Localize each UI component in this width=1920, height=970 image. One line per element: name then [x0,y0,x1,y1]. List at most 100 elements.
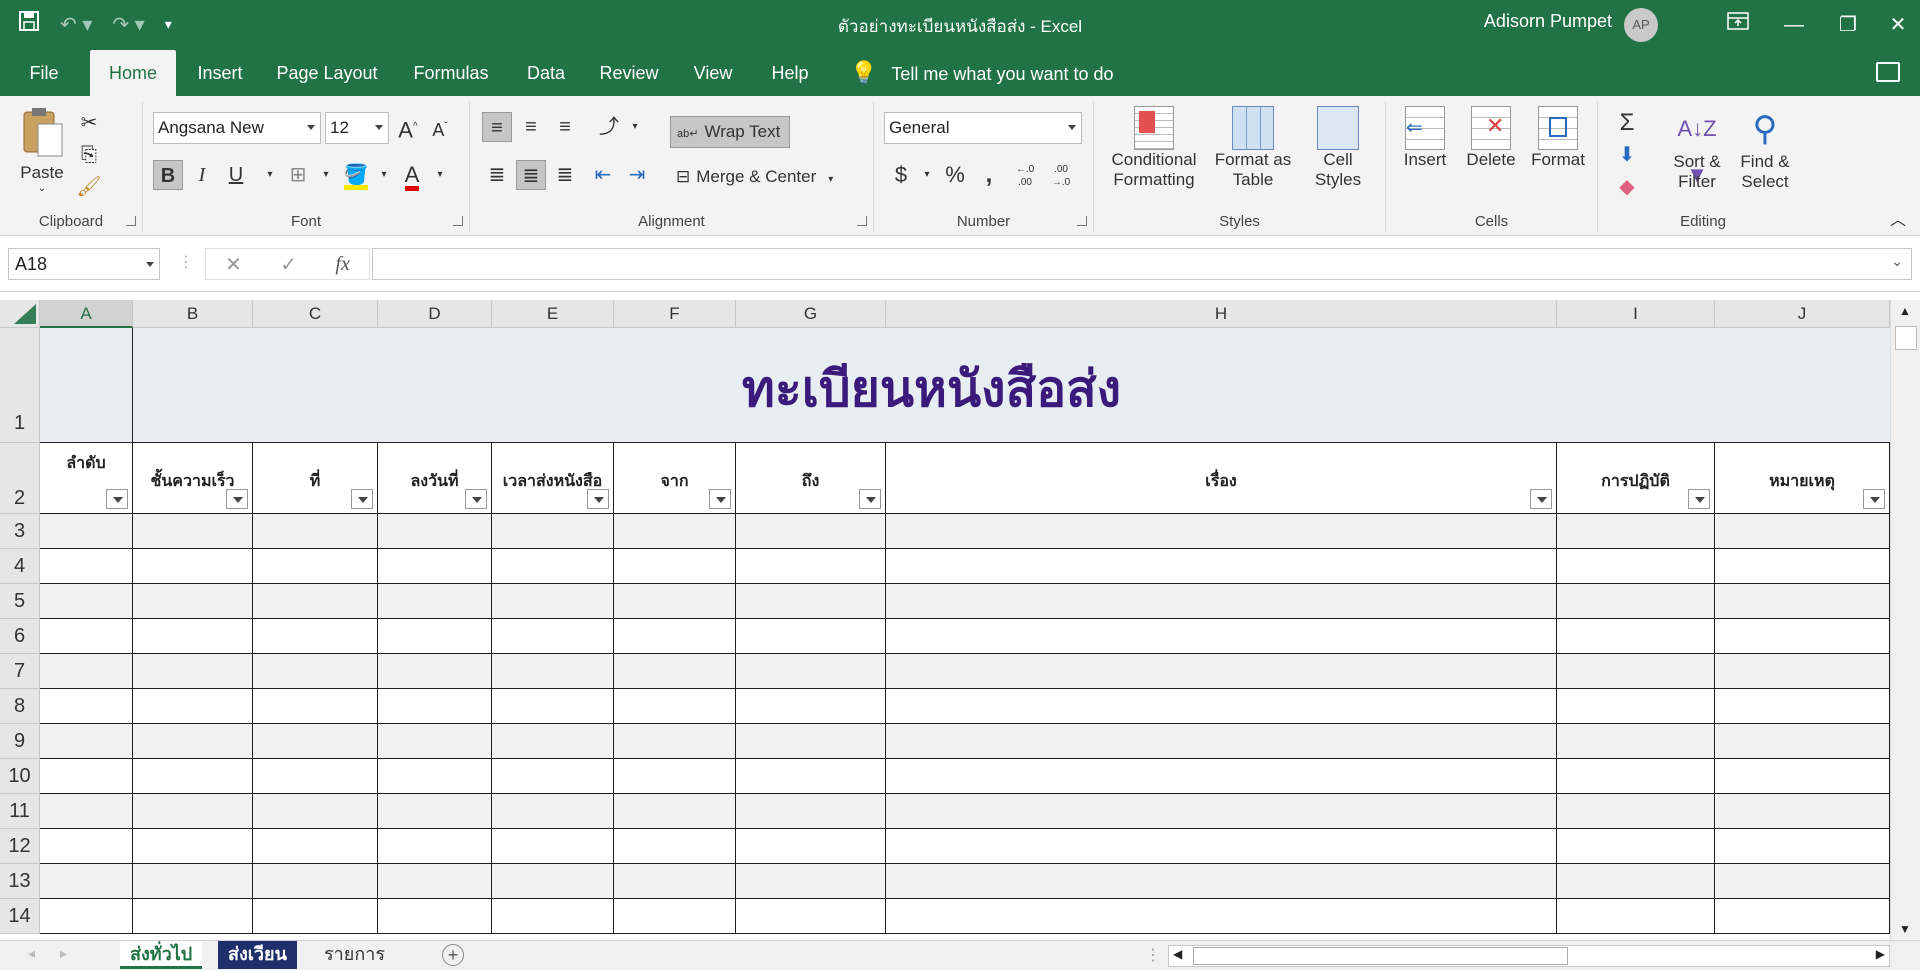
table-cell[interactable] [886,724,1557,759]
sheet-tab-list[interactable]: รายการ [314,941,395,969]
table-cell[interactable] [886,514,1557,549]
header-cell-date[interactable]: ลงวันที่ [378,443,492,514]
table-cell[interactable] [378,514,492,549]
merge-center-button[interactable]: ⊟ Merge & Center ▾ [670,162,860,192]
row-header-10[interactable]: 10 [0,759,40,794]
row-header-5[interactable]: 5 [0,584,40,619]
table-cell[interactable] [1715,724,1890,759]
column-header-g[interactable]: G [736,300,886,328]
table-cell[interactable] [614,584,736,619]
table-cell[interactable] [492,759,614,794]
grow-font-icon[interactable]: A^ [393,112,423,142]
column-header-i[interactable]: I [1557,300,1715,328]
table-cell[interactable] [40,759,133,794]
table-cell[interactable] [1557,619,1715,654]
tell-me-box[interactable]: 💡 Tell me what you want to do [850,50,1114,96]
number-launcher-icon[interactable] [1077,216,1087,226]
column-header-e[interactable]: E [492,300,614,328]
table-cell[interactable] [40,864,133,899]
table-cell[interactable] [133,724,253,759]
table-cell[interactable] [1715,654,1890,689]
scroll-left-icon[interactable]: ◀ [1173,947,1182,961]
row-header-3[interactable]: 3 [0,514,40,549]
table-cell[interactable] [886,899,1557,934]
row-header-4[interactable]: 4 [0,549,40,584]
table-cell[interactable] [736,514,886,549]
comma-button[interactable]: , [974,160,1004,190]
table-cell[interactable] [133,829,253,864]
table-cell[interactable] [1557,794,1715,829]
cell-a1[interactable] [40,328,133,443]
middle-align-icon[interactable]: ≡ [516,112,546,142]
column-header-a[interactable]: A [40,300,133,328]
table-cell[interactable] [492,899,614,934]
table-cell[interactable] [1557,549,1715,584]
sort-filter-button[interactable]: A↓Z ▼ Sort & Filter [1666,106,1728,206]
row-header-1[interactable]: 1 [0,328,40,443]
clear-icon[interactable]: ◆ [1612,172,1642,202]
table-cell[interactable] [253,829,378,864]
borders-icon[interactable]: ⊞ [283,160,313,190]
bold-button[interactable]: B [153,160,183,190]
table-cell[interactable] [253,549,378,584]
table-cell[interactable] [1715,829,1890,864]
underline-button[interactable]: U [221,160,251,190]
table-cell[interactable] [1557,514,1715,549]
shrink-font-icon[interactable]: Aˇ [425,112,455,142]
table-cell[interactable] [133,549,253,584]
row-header-13[interactable]: 13 [0,864,40,899]
name-box[interactable]: A18 [8,248,160,280]
table-cell[interactable] [886,864,1557,899]
table-cell[interactable] [40,899,133,934]
worksheet-grid[interactable]: A B C D E F G H I J 1 2 3 4 5 6 7 8 9 10… [0,300,1890,940]
table-cell[interactable] [614,619,736,654]
header-cell-order[interactable]: ลำดับ [40,443,133,514]
table-cell[interactable] [133,899,253,934]
select-all-corner[interactable] [0,300,40,328]
table-cell[interactable] [378,584,492,619]
header-cell-subject[interactable]: เรื่อง [886,443,1557,514]
insert-cells-button[interactable]: ⇐ Insert [1394,106,1456,206]
cell-styles-button[interactable]: Cell Styles [1298,106,1378,206]
font-color-icon[interactable]: A [397,160,427,191]
format-painter-icon[interactable]: 🖌 [74,172,104,202]
table-cell[interactable] [492,584,614,619]
underline-dropdown-icon[interactable]: ▾ [255,160,285,190]
table-cell[interactable] [1715,584,1890,619]
find-select-button[interactable]: ⚲ Find & Select [1732,106,1798,206]
tab-help[interactable]: Help [764,50,816,96]
table-cell[interactable] [40,724,133,759]
table-cell[interactable] [886,829,1557,864]
table-cell[interactable] [614,829,736,864]
clipboard-launcher-icon[interactable] [126,216,136,226]
table-cell[interactable] [1557,899,1715,934]
delete-cells-button[interactable]: ✕ Delete [1460,106,1522,206]
table-cell[interactable] [736,724,886,759]
orientation-dropdown-icon[interactable]: ▾ [620,112,650,142]
splitter-icon[interactable]: ⋮ [1145,945,1161,965]
filter-dropdown-icon[interactable] [587,489,609,509]
collapse-ribbon-icon[interactable]: ︿ [1890,206,1906,230]
tab-data[interactable]: Data [518,50,574,96]
table-cell[interactable] [736,584,886,619]
column-header-f[interactable]: F [614,300,736,328]
tab-home[interactable]: Home [90,50,176,96]
table-cell[interactable] [492,619,614,654]
table-cell[interactable] [40,689,133,724]
table-cell[interactable] [133,689,253,724]
scroll-down-icon[interactable]: ▼ [1899,922,1911,936]
percent-button[interactable]: % [940,160,970,190]
table-cell[interactable] [1715,899,1890,934]
font-name-select[interactable]: Angsana New [153,112,321,144]
table-cell[interactable] [378,689,492,724]
table-cell[interactable] [1557,759,1715,794]
header-cell-urgency[interactable]: ชั้นความเร็ว [133,443,253,514]
scroll-up-icon[interactable]: ▲ [1899,304,1911,318]
conditional-formatting-button[interactable]: Conditional Formatting [1102,106,1206,206]
close-icon[interactable]: ✕ [1878,8,1918,42]
table-cell[interactable] [886,689,1557,724]
table-cell[interactable] [886,619,1557,654]
header-cell-send-time[interactable]: เวลาส่งหนังสือ [492,443,614,514]
table-cell[interactable] [253,794,378,829]
table-cell[interactable] [133,794,253,829]
